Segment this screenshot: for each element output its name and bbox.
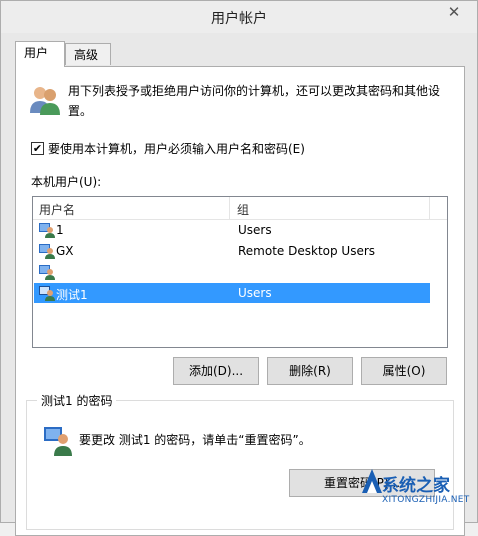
row-group: Users: [238, 286, 272, 300]
row-username: GX: [56, 244, 74, 258]
watermark-logo-icon: [362, 469, 382, 493]
tab-users[interactable]: 用户: [15, 41, 65, 67]
user-icon: [39, 265, 55, 280]
checkmark-icon: ✔: [32, 142, 43, 155]
watermark-url: XITONGZHIJIA.NET: [382, 495, 470, 505]
user-password-icon: [44, 427, 72, 456]
users-group-icon: [30, 87, 60, 115]
require-password-label[interactable]: 要使用本计算机，用户必须输入用户名和密码(E): [48, 140, 305, 157]
close-button[interactable]: ✕: [437, 2, 471, 22]
user-icon: [39, 286, 55, 301]
site-watermark: 系统之家 XITONGZHIJIA.NET: [360, 465, 478, 523]
password-group-title: 测试1 的密码: [37, 392, 117, 409]
list-item[interactable]: 1 Users: [34, 220, 430, 240]
list-header: 用户名 组: [33, 197, 447, 220]
row-group: Users: [238, 223, 272, 237]
user-icon: [39, 244, 55, 259]
tab-advanced[interactable]: 高级: [65, 43, 111, 65]
column-divider: [229, 197, 230, 219]
user-accounts-window: 用户帐户 ✕ 用户 高级 用下列表授予或拒绝用户访问你的计算机，还可以更改其密码…: [0, 0, 478, 536]
description-text: 用下列表授予或拒绝用户访问你的计算机，还可以更改其密码和其他设置。: [68, 84, 441, 118]
properties-button[interactable]: 属性(O): [361, 357, 447, 385]
column-divider: [429, 197, 430, 219]
close-icon: ✕: [447, 3, 461, 21]
column-group[interactable]: 组: [237, 201, 249, 218]
list-item[interactable]: [34, 262, 430, 282]
users-list[interactable]: 用户名 组 1 Users GX Remote Desktop Users 测试…: [32, 196, 448, 348]
user-icon: [39, 223, 55, 238]
add-button[interactable]: 添加(D)...: [173, 357, 259, 385]
row-username: 测试1: [56, 288, 88, 302]
local-users-label: 本机用户(U):: [31, 175, 102, 189]
column-username[interactable]: 用户名: [39, 201, 75, 218]
delete-button[interactable]: 删除(R): [267, 357, 353, 385]
list-item[interactable]: GX Remote Desktop Users: [34, 241, 430, 261]
window-title: 用户帐户: [211, 11, 267, 27]
row-group: Remote Desktop Users: [238, 244, 376, 258]
row-username: 1: [56, 223, 64, 237]
watermark-text: 系统之家: [382, 476, 450, 496]
require-password-checkbox[interactable]: ✔: [31, 142, 44, 155]
title-bar: 用户帐户 ✕: [1, 1, 477, 33]
list-item-selected[interactable]: 测试1 Users: [34, 283, 430, 303]
password-instruction: 要更改 测试1 的密码，请单击“重置密码”。: [79, 433, 311, 447]
